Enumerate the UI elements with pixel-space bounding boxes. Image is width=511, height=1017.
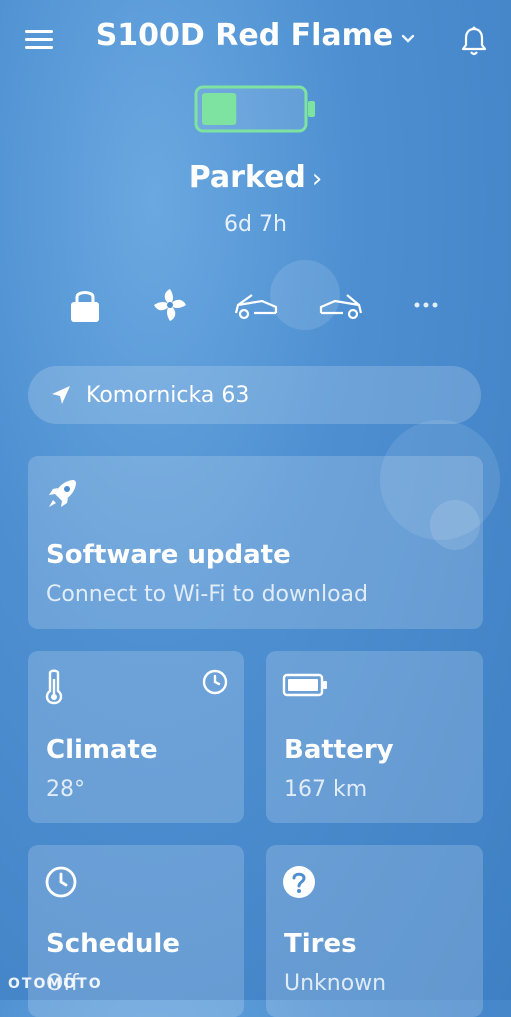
tires-value: Unknown <box>284 971 387 996</box>
software-update-card[interactable]: Software update Connect to Wi-Fi to down… <box>28 456 483 629</box>
climate-title: Climate <box>46 735 158 765</box>
battery-value: 167 km <box>284 777 368 802</box>
chevron-down-icon <box>401 28 415 49</box>
more-icon <box>414 302 438 308</box>
thermometer-icon <box>45 669 63 705</box>
tires-tile[interactable]: Tires Unknown <box>266 845 483 1017</box>
battery-fill <box>202 93 237 125</box>
chevron-right-icon: › <box>311 164 323 194</box>
vehicle-name: S100D Red Flame <box>95 18 394 53</box>
software-update-subtitle: Connect to Wi-Fi to download <box>46 582 368 607</box>
clock-icon <box>45 866 77 898</box>
rocket-icon <box>49 480 76 507</box>
question-icon <box>283 866 315 898</box>
climate-tile[interactable]: Climate 28° <box>28 651 244 823</box>
bell-icon <box>461 26 487 56</box>
lock-button[interactable] <box>60 280 110 330</box>
schedule-title: Schedule <box>46 929 180 959</box>
frunk-button[interactable] <box>231 280 281 330</box>
tires-title: Tires <box>284 929 357 959</box>
location-pill[interactable]: Komornicka 63 <box>28 366 481 424</box>
clock-icon <box>202 669 228 695</box>
status-link[interactable]: Parked › <box>0 160 511 195</box>
vehicle-selector[interactable]: S100D Red Flame <box>0 18 511 53</box>
watermark-logo: OTOMOTO <box>8 976 103 992</box>
parked-duration: 6d 7h <box>224 212 287 237</box>
battery-indicator <box>194 84 318 134</box>
quick-actions <box>60 280 451 330</box>
trunk-button[interactable] <box>316 280 366 330</box>
battery-icon <box>282 673 327 697</box>
software-update-title: Software update <box>46 540 291 570</box>
frunk-icon <box>234 294 277 320</box>
notifications-button[interactable] <box>458 24 490 58</box>
status-label: Parked <box>188 160 306 195</box>
location-arrow-icon <box>52 386 70 404</box>
trunk-icon <box>319 294 362 320</box>
location-address: Komornicka 63 <box>86 382 250 408</box>
lock-icon <box>71 291 99 322</box>
climate-fan-button[interactable] <box>145 280 195 330</box>
battery-title: Battery <box>284 735 394 765</box>
more-button[interactable] <box>401 280 451 330</box>
battery-tile[interactable]: Battery 167 km <box>266 651 483 823</box>
climate-value: 28° <box>46 777 85 802</box>
fan-icon <box>154 289 187 321</box>
